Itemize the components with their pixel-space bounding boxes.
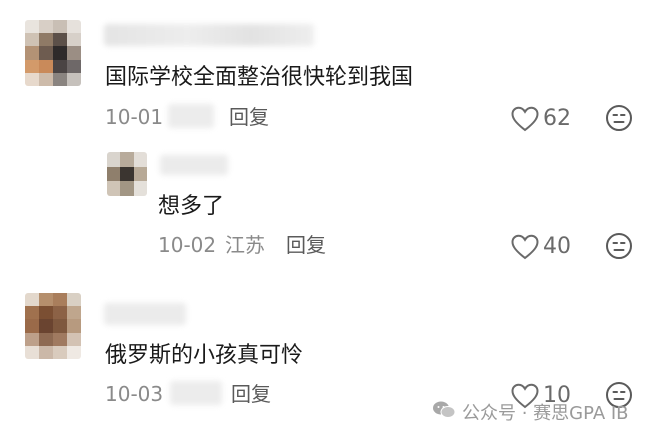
comment-date: 10-03 xyxy=(105,382,164,406)
avatar[interactable] xyxy=(107,152,147,196)
neutral-face-icon[interactable] xyxy=(605,104,633,132)
like-count: 62 xyxy=(543,106,571,131)
reply-button[interactable]: 回复 xyxy=(229,107,269,127)
watermark: 公众号 · 赛思GPA IB xyxy=(432,399,629,425)
comment-text: 国际学校全面整治很快轮到我国 xyxy=(105,65,414,90)
comment-text: 俄罗斯的小孩真可怜 xyxy=(105,343,304,368)
username-blurred[interactable] xyxy=(104,24,314,46)
watermark-text: 公众号 · 赛思GPA IB xyxy=(462,403,629,424)
reply-location: 江苏 xyxy=(225,233,265,257)
avatar[interactable] xyxy=(25,293,81,359)
reply-button[interactable]: 回复 xyxy=(286,235,326,255)
reply-date: 10-02 xyxy=(158,233,217,257)
wechat-icon xyxy=(432,400,456,425)
heart-outline-icon[interactable] xyxy=(511,106,539,132)
location-blurred xyxy=(168,104,214,128)
username-blurred[interactable] xyxy=(104,303,186,325)
heart-outline-icon[interactable] xyxy=(511,234,539,260)
neutral-face-icon[interactable] xyxy=(605,232,633,260)
like-count: 40 xyxy=(543,234,571,259)
username-blurred[interactable] xyxy=(160,155,228,175)
avatar[interactable] xyxy=(25,20,81,86)
reply-text: 想多了 xyxy=(158,194,225,219)
reply-button[interactable]: 回复 xyxy=(231,384,271,404)
comment-date: 10-01 xyxy=(105,105,164,129)
location-blurred xyxy=(170,381,222,405)
